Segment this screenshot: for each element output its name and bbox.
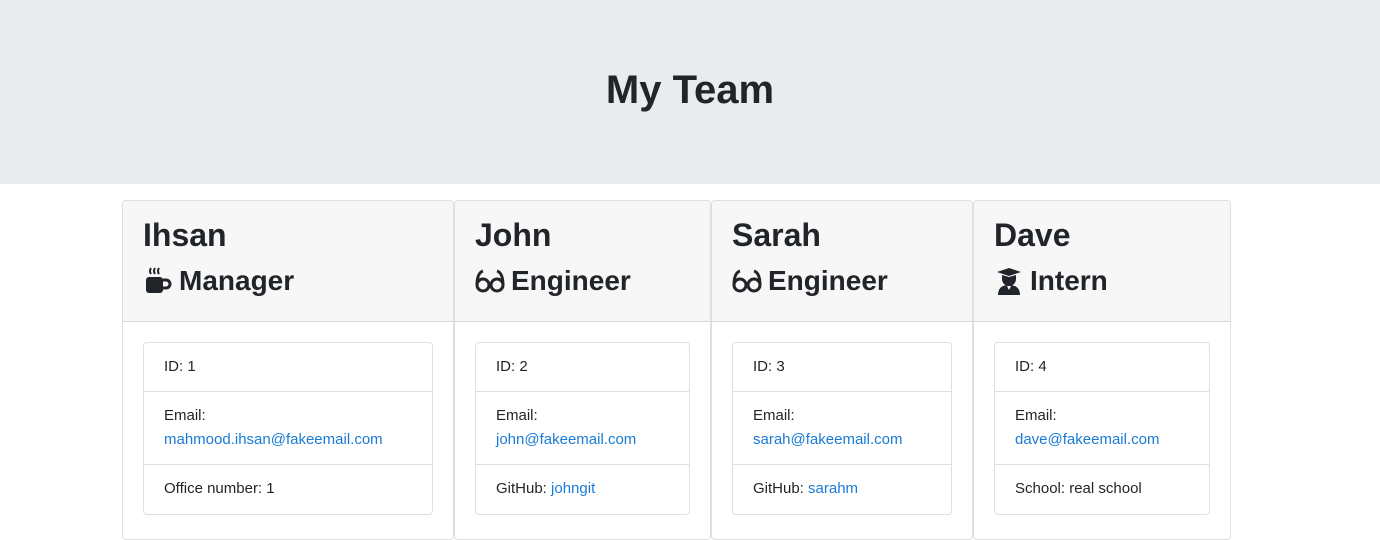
employee-card-intern: Dave Intern ID: 4 Email: dave@fakeemail.…: [973, 200, 1231, 540]
card-header: Ihsan Manager: [123, 201, 453, 322]
github-label: GitHub:: [753, 480, 809, 497]
employee-card-engineer: Sarah Engineer ID: 3 Email: sarah@fakeem…: [711, 200, 973, 540]
page-header: My Team: [0, 0, 1380, 184]
employee-name: Dave: [994, 217, 1071, 253]
email-link[interactable]: mahmood.ihsan@fakeemail.com: [164, 431, 383, 448]
email-label: Email:: [1015, 407, 1057, 424]
email-label: Email:: [496, 407, 538, 424]
id-row: ID: 2: [476, 343, 689, 392]
email-link[interactable]: sarah@fakeemail.com: [753, 431, 902, 448]
id-row: ID: 1: [144, 343, 432, 392]
employee-role: Engineer: [475, 264, 631, 298]
email-link[interactable]: john@fakeemail.com: [496, 431, 636, 448]
glasses-icon: [475, 266, 505, 296]
page-title: My Team: [605, 68, 775, 112]
email-label: Email:: [164, 407, 206, 424]
school-label: School:: [1015, 480, 1070, 497]
email-row: Email: john@fakeemail.com: [476, 392, 689, 465]
role-label: Intern: [1030, 265, 1108, 296]
employee-details: ID: 1 Email: mahmood.ihsan@fakeemail.com…: [143, 342, 433, 515]
id-row: ID: 3: [733, 343, 951, 392]
mug-hot-icon: [143, 266, 173, 296]
role-label: Engineer: [768, 265, 888, 296]
employee-name: Ihsan: [143, 217, 227, 253]
employee-role: Manager: [143, 264, 294, 298]
employee-card-engineer: John Engineer ID: 2 Email: john@fakeemai…: [454, 200, 711, 540]
email-label: Email:: [753, 407, 795, 424]
card-header: John Engineer: [455, 201, 710, 322]
github-label: GitHub:: [496, 480, 552, 497]
employee-details: ID: 4 Email: dave@fakeemail.com School: …: [994, 342, 1210, 515]
school-value: real school: [1069, 480, 1142, 497]
employee-name: John: [475, 217, 552, 253]
card-header: Dave Intern: [974, 201, 1230, 322]
employee-details: ID: 2 Email: john@fakeemail.com GitHub: …: [475, 342, 690, 515]
office-number-label: Office number:: [164, 480, 267, 497]
github-link[interactable]: johngit: [551, 480, 595, 497]
graduate-icon: [994, 266, 1024, 296]
email-link[interactable]: dave@fakeemail.com: [1015, 431, 1159, 448]
glasses-icon: [732, 266, 762, 296]
card-header: Sarah Engineer: [712, 201, 972, 322]
id-row: ID: 4: [995, 343, 1209, 392]
role-label: Engineer: [511, 265, 631, 296]
employee-details: ID: 3 Email: sarah@fakeemail.com GitHub:…: [732, 342, 952, 515]
office-number-value: 1: [266, 480, 275, 497]
role-label: Manager: [179, 265, 295, 296]
email-row: Email: dave@fakeemail.com: [995, 392, 1209, 465]
email-row: Email: mahmood.ihsan@fakeemail.com: [144, 392, 432, 465]
employee-role: Intern: [994, 264, 1108, 298]
employee-role: Engineer: [732, 264, 888, 298]
email-row: Email: sarah@fakeemail.com: [733, 392, 951, 465]
employee-card-manager: Ihsan Manager ID: 1 Email: mahmood.ihsan…: [122, 200, 454, 540]
github-link[interactable]: sarahm: [808, 480, 858, 497]
employee-name: Sarah: [732, 217, 821, 253]
